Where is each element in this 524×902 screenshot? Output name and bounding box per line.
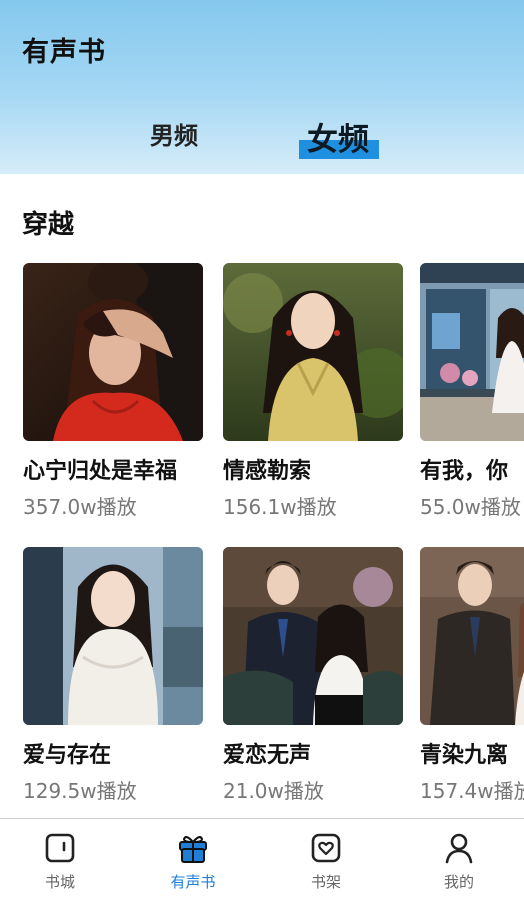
book-cover[interactable] (420, 263, 524, 441)
book-play-count: 157.4w播放 (420, 779, 524, 803)
book-play-count: 129.5w播放 (23, 779, 137, 803)
book-title: 有我，你 (420, 459, 509, 484)
book-play-count: 21.0w播放 (223, 779, 324, 803)
bookstore-icon (45, 833, 75, 863)
book-title: 青染九离 (420, 743, 509, 768)
book-cover[interactable] (223, 547, 403, 725)
bottom-nav: 书城 有声书 书架 我的 (0, 818, 524, 902)
book-cover[interactable] (23, 547, 203, 725)
nav-item-profile[interactable]: 我的 (419, 831, 499, 892)
book-title: 爱与存在 (23, 743, 112, 768)
nav-item-bookstore[interactable]: 书城 (20, 831, 100, 892)
book-card[interactable]: 爱恋无声 21.0w播放 (223, 547, 405, 804)
book-cover[interactable] (23, 263, 203, 441)
tab-female[interactable]: 女频 (300, 114, 376, 159)
book-play-count: 55.0w播放 (420, 495, 521, 519)
nav-label: 我的 (443, 873, 474, 891)
heart-box-icon (311, 833, 341, 863)
book-card[interactable]: 青染九离 157.4w播放 (420, 547, 524, 804)
book-cover[interactable] (420, 547, 524, 725)
page: 有声书 男频 女频 穿越 心宁归处是幸福 357.0w播放 情感勒索 156.1… (0, 0, 524, 902)
book-card[interactable]: 爱与存在 129.5w播放 (23, 547, 205, 804)
nav-label: 书城 (44, 873, 75, 891)
header: 有声书 男频 女频 (0, 0, 524, 174)
nav-label: 有声书 (170, 873, 216, 891)
page-title: 有声书 (22, 37, 106, 68)
nav-item-bookshelf[interactable]: 书架 (286, 831, 366, 892)
nav-item-audiobooks[interactable]: 有声书 (153, 831, 233, 892)
book-card[interactable]: 情感勒索 156.1w播放 (223, 263, 405, 520)
book-card[interactable]: 有我，你 55.0w播放 (420, 263, 524, 520)
nav-label: 书架 (310, 873, 341, 891)
section-title: 穿越 (22, 210, 75, 240)
book-play-count: 357.0w播放 (23, 495, 137, 519)
book-play-count: 156.1w播放 (223, 495, 337, 519)
tab-male[interactable]: 男频 (150, 116, 198, 151)
gift-box-icon (179, 836, 207, 863)
channel-tabs: 男频 女频 (0, 104, 524, 164)
book-title: 心宁归处是幸福 (23, 459, 178, 484)
user-icon (445, 833, 473, 864)
book-card[interactable]: 心宁归处是幸福 357.0w播放 (23, 263, 205, 520)
book-title: 爱恋无声 (223, 743, 312, 768)
book-title: 情感勒索 (223, 459, 312, 484)
book-cover[interactable] (223, 263, 403, 441)
